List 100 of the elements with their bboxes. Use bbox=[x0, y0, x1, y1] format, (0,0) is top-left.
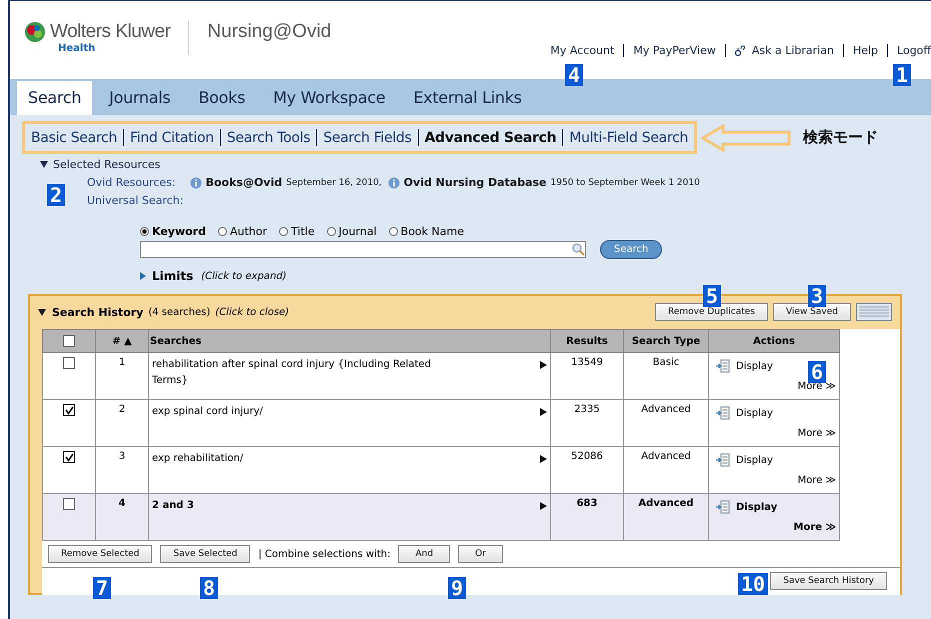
radio-option[interactable]: Book Name bbox=[388, 225, 464, 238]
search-mode-link[interactable]: Multi-Field Search bbox=[569, 130, 688, 146]
resource-name[interactable]: Books@Ovid bbox=[206, 176, 282, 189]
select-all-checkbox[interactable] bbox=[63, 335, 75, 347]
play-triangle-icon[interactable] bbox=[540, 455, 547, 463]
row-checkbox[interactable] bbox=[63, 451, 75, 463]
display-link[interactable]: Display bbox=[736, 360, 773, 372]
callout-number: 8 bbox=[200, 577, 218, 599]
column-header[interactable]: # ▲ bbox=[96, 330, 148, 352]
nav-tab[interactable]: Search bbox=[17, 81, 92, 115]
callout-number: 10 bbox=[738, 573, 768, 595]
save-history-button[interactable]: Save Search History bbox=[770, 572, 887, 590]
combine-label: | Combine selections with: bbox=[258, 548, 390, 560]
search-query: rehabilitation after spinal cord injury {Including Related Terms} bbox=[152, 358, 432, 388]
field-label: Ovid Resources: bbox=[87, 176, 176, 189]
brand-name: Wolters Kluwer bbox=[50, 21, 170, 43]
collapsed-triangle-icon bbox=[140, 272, 146, 280]
header-link[interactable]: Help bbox=[852, 44, 878, 57]
expanded-triangle-icon bbox=[38, 308, 46, 316]
table-cell: Advanced bbox=[624, 400, 708, 446]
radio-option[interactable]: Keyword bbox=[140, 225, 206, 238]
document-arrow-icon bbox=[716, 406, 730, 420]
search-mode-link[interactable]: Find Citation bbox=[130, 130, 214, 146]
header-link[interactable]: Ask a Librarian bbox=[752, 44, 834, 57]
search-query: exp spinal cord injury/ bbox=[152, 405, 264, 419]
table-cell: 4 bbox=[96, 494, 148, 540]
radio-button[interactable] bbox=[279, 227, 288, 236]
header-link[interactable]: My Account bbox=[550, 44, 614, 57]
more-link[interactable]: More ≫ bbox=[798, 381, 836, 392]
header-link[interactable]: My PayPerView bbox=[633, 44, 716, 57]
more-link[interactable]: More ≫ bbox=[794, 522, 836, 533]
nav-tab[interactable]: Books bbox=[187, 81, 256, 115]
product-name: Nursing@Ovid bbox=[207, 21, 332, 43]
nav-tab[interactable]: External Links bbox=[402, 81, 533, 115]
table-cell: 2335 bbox=[550, 400, 624, 446]
search-mode-link[interactable]: Basic Search bbox=[31, 130, 118, 146]
search-query: 2 and 3 bbox=[152, 499, 195, 513]
column-header: Actions bbox=[708, 330, 840, 352]
search-count: (4 searches) bbox=[148, 306, 210, 318]
list-view-icon[interactable] bbox=[856, 303, 892, 321]
save-selected-button[interactable]: Save Selected bbox=[160, 545, 250, 563]
history-button[interactable]: Remove Duplicates bbox=[655, 303, 768, 321]
display-link[interactable]: Display bbox=[736, 502, 778, 512]
magnifier-icon bbox=[572, 243, 585, 256]
callout-number: 9 bbox=[448, 577, 466, 599]
display-link[interactable]: Display bbox=[736, 454, 773, 466]
callout-number: 6 bbox=[808, 361, 826, 383]
info-icon[interactable] bbox=[388, 176, 400, 188]
resource-name[interactable]: Ovid Nursing Database bbox=[404, 176, 547, 189]
callout-number: 1 bbox=[893, 64, 912, 86]
column-header: Results bbox=[550, 330, 624, 352]
table-cell: Basic bbox=[624, 352, 708, 400]
callout-number: 5 bbox=[703, 285, 722, 307]
history-button[interactable]: View Saved bbox=[772, 303, 851, 321]
radio-button[interactable] bbox=[140, 227, 149, 236]
search-mode-link[interactable]: Advanced Search bbox=[424, 130, 556, 146]
field-label: Universal Search: bbox=[87, 194, 184, 207]
table-cell: 683 bbox=[550, 494, 624, 540]
more-link[interactable]: More ≫ bbox=[798, 428, 836, 439]
radio-button[interactable] bbox=[326, 227, 336, 236]
document-arrow-icon bbox=[716, 500, 730, 514]
radio-button[interactable] bbox=[218, 227, 227, 236]
more-link[interactable]: More ≫ bbox=[798, 475, 836, 486]
combine-button[interactable]: And bbox=[398, 545, 450, 563]
radio-button[interactable] bbox=[388, 227, 398, 236]
nav-tab[interactable]: Journals bbox=[98, 81, 182, 115]
header-link[interactable]: Logoff bbox=[897, 44, 931, 57]
callout-number: 7 bbox=[93, 577, 112, 599]
row-checkbox[interactable] bbox=[63, 404, 75, 416]
search-field[interactable] bbox=[140, 241, 586, 258]
row-checkbox[interactable] bbox=[63, 498, 75, 510]
search-query: exp rehabilitation/ bbox=[152, 452, 244, 466]
search-mode-link[interactable]: Search Fields bbox=[323, 130, 412, 146]
brand-subtitle: Health bbox=[57, 43, 96, 54]
search-mode-link[interactable]: Search Tools bbox=[226, 130, 310, 146]
person-question-icon bbox=[734, 44, 745, 56]
play-triangle-icon[interactable] bbox=[540, 361, 547, 369]
display-link[interactable]: Display bbox=[736, 408, 773, 418]
row-checkbox[interactable] bbox=[63, 357, 75, 369]
callout-number: 3 bbox=[808, 285, 826, 307]
play-triangle-icon[interactable] bbox=[540, 408, 547, 416]
callout-number: 2 bbox=[47, 184, 66, 206]
section-toggle[interactable]: Selected Resources bbox=[40, 158, 160, 171]
table-cell: 2 bbox=[96, 400, 148, 446]
remove-selected-button[interactable]: Remove Selected bbox=[48, 545, 152, 563]
nav-tab[interactable]: My Workspace bbox=[262, 81, 396, 115]
radio-option[interactable]: Author bbox=[218, 225, 268, 238]
column-header: Search Type bbox=[624, 330, 708, 352]
limits-toggle[interactable]: Limits bbox=[140, 269, 194, 283]
radio-option[interactable]: Title bbox=[279, 225, 315, 238]
resource-coverage: 1950 to September Week 1 2010 bbox=[550, 178, 700, 188]
info-icon[interactable] bbox=[190, 176, 202, 188]
table-cell: Advanced bbox=[624, 494, 708, 540]
play-triangle-icon[interactable] bbox=[540, 502, 547, 510]
hint-text: (Click to expand) bbox=[201, 270, 287, 282]
resource-coverage: September 16, 2010, bbox=[286, 178, 382, 188]
radio-option[interactable]: Journal bbox=[326, 225, 377, 238]
section-toggle[interactable]: Search History bbox=[38, 306, 144, 318]
combine-button[interactable]: Or bbox=[458, 545, 503, 563]
table-cell: 13549 bbox=[550, 352, 624, 400]
